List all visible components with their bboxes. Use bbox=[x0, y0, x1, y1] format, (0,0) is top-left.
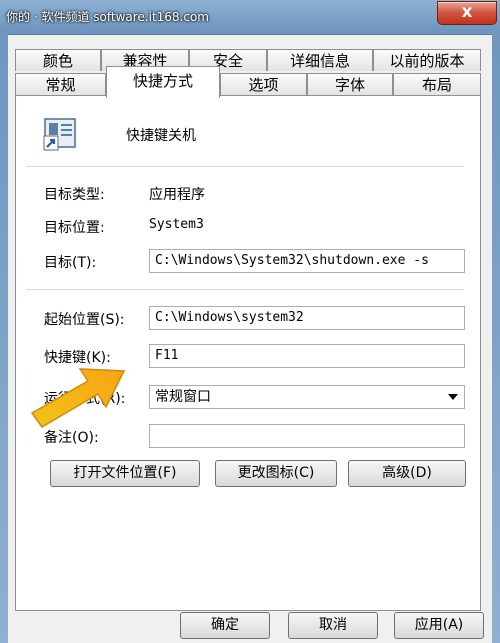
watermark: 你的 · 软件频道 software.it168.com bbox=[6, 10, 209, 24]
tab-color[interactable]: 颜色 bbox=[15, 49, 101, 71]
cancel-button[interactable]: 取消 bbox=[288, 612, 378, 639]
close-button[interactable]: x bbox=[437, 1, 497, 25]
target-input[interactable]: C:\Windows\System32\shutdown.exe -s bbox=[149, 249, 465, 273]
ok-button[interactable]: 确定 bbox=[180, 612, 270, 639]
shortcut-panel: 快捷键关机 目标类型: 应用程序 目标位置: System3 目标(T): C:… bbox=[15, 95, 481, 611]
close-icon: x bbox=[461, 2, 473, 22]
target-type-value: 应用程序 bbox=[149, 187, 205, 203]
properties-dialog: 颜色 兼容性 安全 详细信息 以前的版本 常规 快捷方式 选项 字体 布局 快捷… bbox=[8, 34, 492, 643]
target-location-label: 目标位置: bbox=[44, 220, 105, 236]
tab-font[interactable]: 字体 bbox=[307, 73, 393, 95]
change-icon-button[interactable]: 更改图标(C) bbox=[215, 460, 337, 487]
divider bbox=[26, 166, 464, 167]
start-in-label: 起始位置(S): bbox=[44, 312, 125, 328]
title-bar: 你的 · 软件频道 software.it168.com x bbox=[0, 0, 500, 34]
tab-previous-versions[interactable]: 以前的版本 bbox=[373, 49, 481, 71]
open-file-location-button[interactable]: 打开文件位置(F) bbox=[50, 460, 200, 487]
run-select-value: 常规窗口 bbox=[155, 389, 211, 405]
hotkey-input[interactable]: F11 bbox=[149, 344, 465, 368]
target-location-value: System3 bbox=[149, 217, 204, 232]
chevron-down-icon bbox=[448, 394, 458, 400]
apply-button[interactable]: 应用(A) bbox=[394, 612, 484, 639]
tab-shortcut[interactable]: 快捷方式 bbox=[106, 66, 220, 98]
run-select[interactable]: 常规窗口 bbox=[149, 385, 465, 409]
shortcut-file-icon bbox=[43, 118, 76, 151]
target-label: 目标(T): bbox=[44, 255, 97, 271]
tab-general[interactable]: 常规 bbox=[15, 73, 106, 95]
shortcut-name: 快捷键关机 bbox=[126, 128, 196, 144]
start-in-input[interactable]: C:\Windows\system32 bbox=[149, 306, 465, 330]
tab-layout[interactable]: 布局 bbox=[393, 73, 481, 95]
advanced-button[interactable]: 高级(D) bbox=[348, 460, 466, 487]
tab-options[interactable]: 选项 bbox=[220, 73, 307, 95]
highlight-arrow-icon bbox=[30, 368, 126, 428]
divider bbox=[26, 289, 464, 290]
tab-details[interactable]: 详细信息 bbox=[267, 49, 373, 71]
target-type-label: 目标类型: bbox=[44, 187, 105, 203]
comment-input[interactable] bbox=[149, 424, 465, 448]
